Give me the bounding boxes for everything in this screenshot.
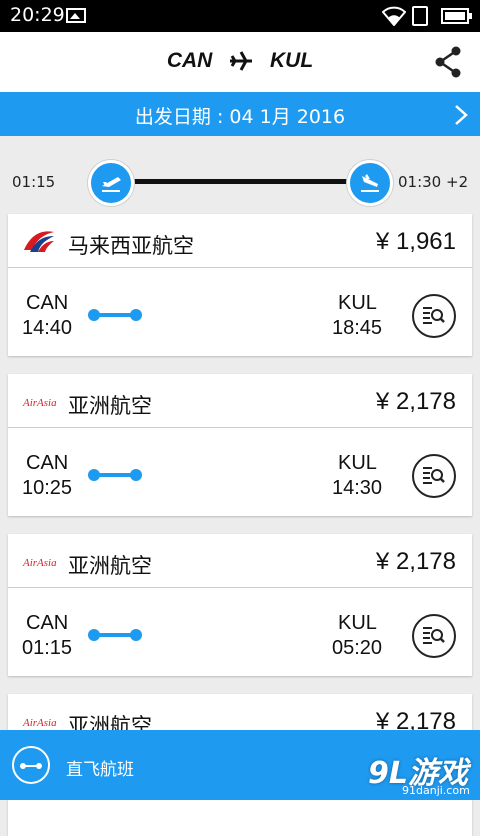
departure-date-label: 出发日期 : 04 1月 2016 — [134, 106, 346, 128]
flight-card[interactable]: AirAsia 亚洲航空 ¥ 2,178 CAN 01:15 KUL 05:20 — [8, 534, 472, 676]
arrival-time: 05:20 — [332, 637, 383, 659]
time-range-filter: 01:15 01:30 +2 — [0, 136, 480, 212]
destination-code: KUL — [270, 49, 314, 72]
departure-airport: CAN — [26, 612, 69, 634]
direct-flights-label: 直飞航班 — [66, 760, 134, 780]
departure-time: 10:25 — [22, 477, 73, 499]
arrival-time: 14:30 — [332, 477, 383, 499]
landing-icon — [361, 174, 379, 192]
airline-name: 马来西亚航空 — [68, 234, 194, 258]
svg-text:AirAsia: AirAsia — [22, 397, 57, 409]
watermark-url: 91danji.com — [402, 784, 470, 797]
departure-time: 14:40 — [22, 317, 73, 339]
flight-price: ¥ 2,178 — [375, 548, 456, 575]
direct-flight-line-icon — [88, 309, 142, 321]
detail-search-icon — [423, 627, 445, 644]
direct-flight-line-icon — [88, 629, 142, 641]
takeoff-icon — [102, 177, 121, 192]
card-divider — [8, 267, 472, 268]
svg-text:AirAsia: AirAsia — [22, 557, 57, 569]
origin-code: CAN — [166, 49, 213, 72]
detail-search-icon — [423, 467, 445, 484]
svg-text:AirAsia: AirAsia — [22, 717, 57, 729]
takeoff-slider-handle[interactable] — [88, 160, 134, 206]
wifi-icon — [382, 6, 406, 26]
card-divider — [8, 587, 472, 588]
time-range-end: 01:30 +2 — [398, 173, 469, 191]
flight-price: ¥ 2,178 — [375, 388, 456, 415]
airline-name: 亚洲航空 — [68, 394, 152, 418]
departure-date-bar[interactable]: 出发日期 : 04 1月 2016 — [0, 92, 480, 136]
departure-airport: CAN — [26, 292, 69, 314]
status-time: 20:29 — [10, 4, 65, 26]
airasia-logo: AirAsia — [22, 557, 57, 569]
chevron-right-icon[interactable] — [454, 104, 468, 126]
image-notification-icon — [66, 8, 86, 23]
arrival-airport: KUL — [338, 612, 377, 634]
time-range-track[interactable] — [110, 179, 370, 184]
arrival-time: 18:45 — [332, 317, 383, 339]
airline-name: 亚洲航空 — [68, 554, 152, 578]
flight-detail-button[interactable] — [412, 454, 456, 498]
share-icon[interactable] — [434, 46, 462, 78]
arrival-airport: KUL — [338, 452, 377, 474]
landing-slider-handle[interactable] — [347, 160, 393, 206]
status-bar: 20:29 — [0, 0, 480, 32]
battery-icon — [441, 8, 472, 24]
direct-flight-line-icon — [88, 469, 142, 481]
time-range-start: 01:15 — [12, 173, 56, 191]
airasia-logo: AirAsia — [22, 397, 57, 409]
departure-time: 01:15 — [22, 637, 73, 659]
arrival-airport: KUL — [338, 292, 377, 314]
card-divider — [8, 427, 472, 428]
departure-airport: CAN — [26, 452, 69, 474]
route-title: CAN KUL — [0, 49, 480, 73]
app-bar: CAN KUL — [0, 32, 480, 92]
sim-icon — [412, 6, 428, 26]
route-line-icon — [20, 763, 42, 769]
direct-flight-icon[interactable] — [12, 746, 50, 784]
flight-detail-button[interactable] — [412, 614, 456, 658]
malaysia-airlines-logo — [24, 231, 54, 252]
flight-card[interactable]: AirAsia 亚洲航空 ¥ 2,178 CAN 10:25 KUL 14:30 — [8, 374, 472, 516]
flight-card[interactable]: 马来西亚航空 ¥ 1,961 CAN 14:40 KUL 18:45 — [8, 214, 472, 356]
flight-detail-button[interactable] — [412, 294, 456, 338]
flight-price: ¥ 1,961 — [375, 228, 456, 255]
airplane-icon — [230, 51, 253, 72]
detail-search-icon — [423, 307, 445, 324]
